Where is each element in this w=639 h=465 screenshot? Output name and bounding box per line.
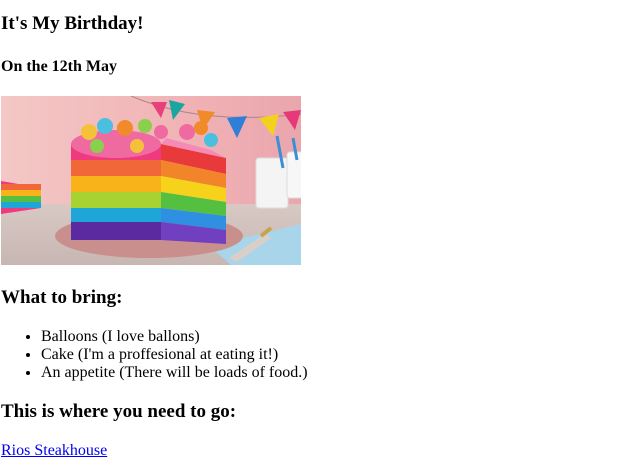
list-item: Balloons (I love ballons) bbox=[41, 328, 308, 346]
list-item: Cake (I'm a proffesional at eating it!) bbox=[41, 346, 308, 364]
page-title: It's My Birthday! bbox=[1, 13, 144, 34]
birthday-page: It's My Birthday! On the 12th May What t… bbox=[0, 0, 639, 465]
list-item: An appetite (There will be loads of food… bbox=[41, 364, 308, 382]
what-to-bring-heading: What to bring: bbox=[1, 287, 123, 308]
cake-image bbox=[1, 96, 301, 265]
location-link[interactable]: Rios Steakhouse bbox=[1, 442, 107, 460]
location-heading: This is where you need to go: bbox=[1, 401, 237, 422]
bring-list: Balloons (I love ballons) Cake (I'm a pr… bbox=[1, 328, 308, 382]
event-date: On the 12th May bbox=[1, 58, 117, 75]
